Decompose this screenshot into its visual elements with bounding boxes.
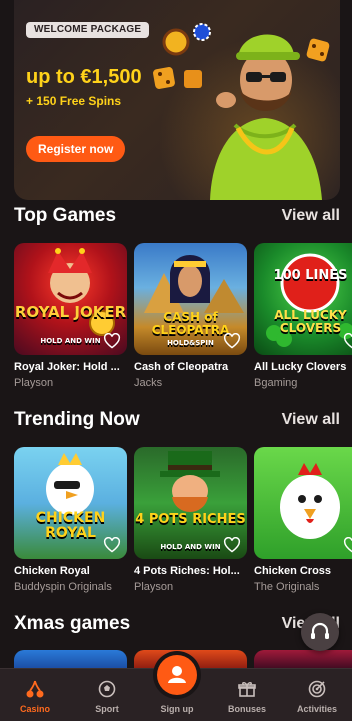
chicken-cross-artwork <box>280 463 340 539</box>
headset-icon <box>311 622 329 639</box>
section-title-trending-now: Trending Now <box>14 409 140 430</box>
favorite-heart-icon[interactable] <box>103 333 121 349</box>
nav-activities[interactable]: Activities <box>282 669 352 721</box>
nav-label: Activities <box>296 704 338 714</box>
clover-artwork <box>266 253 352 347</box>
game-card[interactable]: CASH of CLEOPATRA HOLD&SPIN Cash of Cleo… <box>134 243 247 389</box>
game-thumbnail[interactable]: 4 POTS RICHES HOLD AND WIN <box>134 447 247 559</box>
section-title-top-games: Top Games <box>14 205 117 226</box>
nav-bonuses[interactable]: Bonuses <box>212 669 282 721</box>
game-provider: Buddyspin Originals <box>14 581 112 593</box>
game-art-title: ROYAL JOKER <box>14 303 127 321</box>
game-art-title: ALL LUCKY CLOVERS <box>274 308 347 335</box>
game-thumbnail[interactable] <box>14 650 127 670</box>
support-button[interactable] <box>301 613 339 651</box>
mascot-illustration <box>153 23 330 200</box>
bonus-headline: up to €1,500 <box>26 66 142 88</box>
sign-up-button[interactable] <box>157 655 197 695</box>
game-thumbnail[interactable] <box>254 650 352 670</box>
bonus-subline: + 150 Free Spins <box>26 94 122 108</box>
game-thumbnail[interactable]: ROYAL JOKER HOLD AND WIN <box>14 243 127 355</box>
target-icon <box>308 680 326 698</box>
nav-label: Casino <box>19 704 50 714</box>
user-icon <box>168 666 186 683</box>
favorite-heart-icon[interactable] <box>223 333 241 349</box>
section-title-xmas-games: Xmas games <box>14 613 131 634</box>
view-all-trending-now[interactable]: View all <box>282 411 340 429</box>
top-games-row: ROYAL JOKER HOLD AND WIN Royal Joker: Ho… <box>14 243 352 393</box>
game-provider: Jacks <box>134 377 163 389</box>
nav-label: Sport <box>95 704 119 714</box>
game-provider: The Originals <box>254 581 320 593</box>
game-name: All Lucky Clovers <box>254 361 347 373</box>
game-name: Chicken Royal <box>14 565 90 577</box>
game-card[interactable]: Chicken Cross The Originals <box>254 447 352 593</box>
game-name: Royal Joker: Hold ... <box>14 361 120 373</box>
game-thumbnail[interactable]: CASH of CLEOPATRA HOLD&SPIN <box>134 243 247 355</box>
favorite-heart-icon[interactable] <box>343 537 352 553</box>
game-thumbnail[interactable] <box>254 447 352 559</box>
game-provider: Bgaming <box>254 377 298 389</box>
game-name: 4 Pots Riches: Hol... <box>134 565 240 577</box>
welcome-banner[interactable]: WELCOME PACKAGE up to €1,500 + 150 Free … <box>14 0 340 200</box>
register-button[interactable]: Register now <box>26 136 126 162</box>
game-provider: Playson <box>14 377 54 389</box>
game-name: Cash of Cleopatra <box>134 361 229 373</box>
game-art-title: 4 POTS RICHES <box>135 512 246 527</box>
game-thumbnail[interactable]: CHICKEN ROYAL <box>14 447 127 559</box>
nav-casino[interactable]: Casino <box>0 669 70 721</box>
favorite-heart-icon[interactable] <box>223 537 241 553</box>
game-card[interactable]: 4 POTS RICHES HOLD AND WIN 4 Pots Riches… <box>134 447 247 593</box>
soccer-ball-icon <box>98 680 116 698</box>
nav-label: Sign up <box>160 704 194 714</box>
favorite-heart-icon[interactable] <box>343 333 352 349</box>
game-card[interactable]: 100 LINES ALL LUCKY CLOVERS All Lucky Cl… <box>254 243 352 389</box>
game-thumbnail[interactable]: 100 LINES ALL LUCKY CLOVERS <box>254 243 352 355</box>
view-all-top-games[interactable]: View all <box>282 207 340 225</box>
trending-now-row: CHICKEN ROYAL Chicken Royal Buddyspin Or… <box>14 447 352 597</box>
game-card[interactable]: CHICKEN ROYAL Chicken Royal Buddyspin Or… <box>14 447 127 593</box>
cherries-icon <box>26 680 44 698</box>
game-provider: Playson <box>134 581 174 593</box>
game-art-subtitle: 100 LINES <box>273 268 348 283</box>
nav-label: Bonuses <box>227 704 266 714</box>
favorite-heart-icon[interactable] <box>103 537 121 553</box>
nav-sport[interactable]: Sport <box>72 669 142 721</box>
welcome-package-badge: WELCOME PACKAGE <box>26 22 150 38</box>
game-name: Chicken Cross <box>254 565 332 577</box>
game-card[interactable]: ROYAL JOKER HOLD AND WIN Royal Joker: Ho… <box>14 243 127 389</box>
gift-icon <box>238 682 256 697</box>
